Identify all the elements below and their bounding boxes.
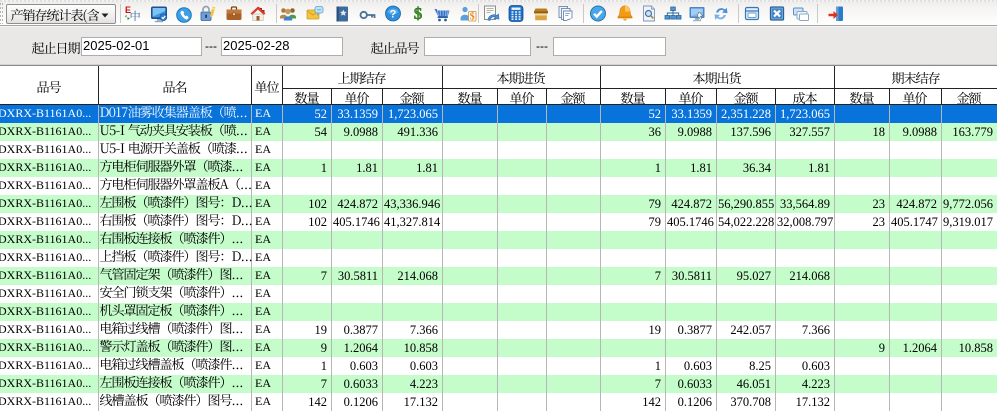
svg-text:$: $ xyxy=(470,12,475,23)
svg-text:$: $ xyxy=(414,4,423,23)
svg-text:E: E xyxy=(125,5,131,15)
svg-text:?: ? xyxy=(390,9,397,21)
